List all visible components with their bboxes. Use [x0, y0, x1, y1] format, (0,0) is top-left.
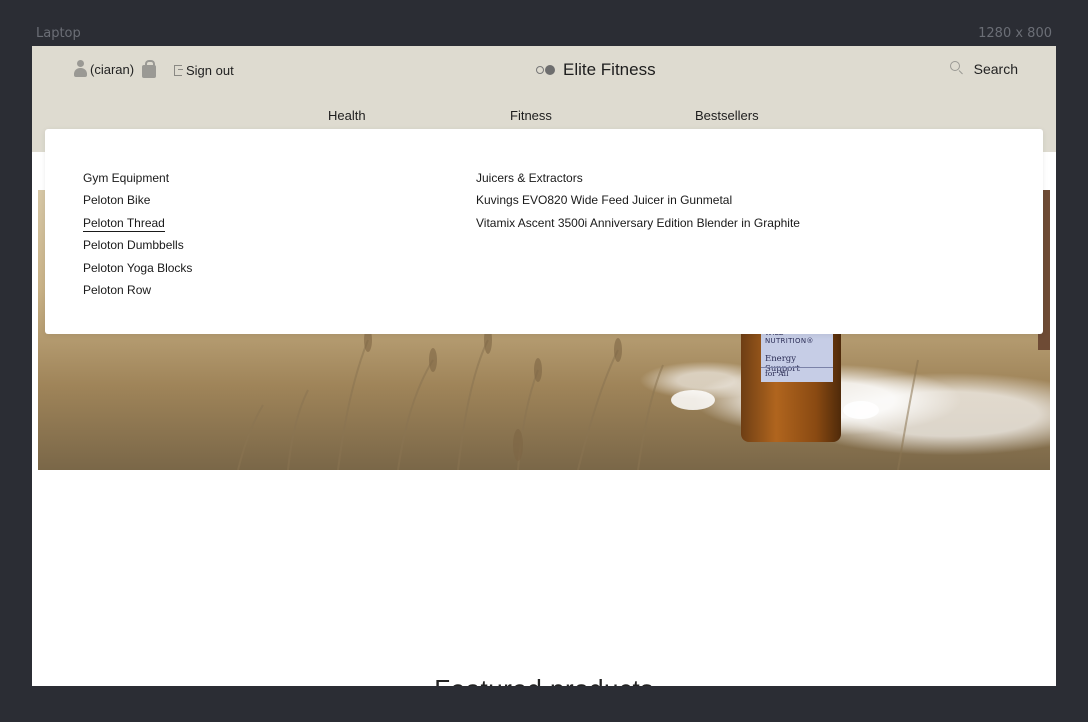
menu-column-gym: Gym Equipment Peloton Bike Peloton Threa… [83, 167, 192, 301]
search-label[interactable]: Search [974, 61, 1018, 77]
menu-item-label: Peloton Yoga Blocks [83, 260, 193, 275]
sign-out-link[interactable]: Sign out [174, 63, 234, 78]
brand-logo[interactable]: Elite Fitness [536, 60, 656, 80]
sign-out-label[interactable]: Sign out [186, 63, 234, 78]
menu-item-label: Vitamix Ascent 3500i Anniversary Edition… [476, 215, 800, 230]
username-label[interactable]: (ciaran) [90, 62, 134, 77]
menu-item-peloton-yoga-blocks[interactable]: Peloton Yoga Blocks [83, 257, 192, 279]
device-name-label: Laptop [36, 26, 81, 41]
menu-item-vitamix-blender[interactable]: Vitamix Ascent 3500i Anniversary Edition… [476, 212, 800, 234]
menu-item-label: Peloton Dumbbells [83, 238, 184, 253]
menu-item-peloton-dumbbells[interactable]: Peloton Dumbbells [83, 234, 192, 256]
user-icon [74, 60, 87, 78]
shopping-bag-icon[interactable] [142, 59, 157, 78]
search-icon [949, 61, 960, 71]
menu-item-kuvings-juicer[interactable]: Kuvings EVO820 Wide Feed Juicer in Gunme… [476, 189, 800, 211]
nav-item-bestsellers[interactable]: Bestsellers [695, 108, 759, 123]
mega-menu-dropdown: Gym Equipment Peloton Bike Peloton Threa… [45, 129, 1043, 334]
menu-item-peloton-thread[interactable]: Peloton Thread [83, 212, 192, 234]
menu-item-peloton-row[interactable]: Peloton Row [83, 279, 192, 301]
nav-item-fitness[interactable]: Fitness [510, 108, 552, 123]
menu-item-peloton-bike[interactable]: Peloton Bike [83, 189, 192, 211]
nav-item-health[interactable]: Health [328, 108, 366, 123]
sign-out-icon [174, 65, 183, 76]
bottle-label: WILD NUTRITION® Energy Support for All [761, 326, 833, 382]
bottle-product-sub: for All [765, 369, 789, 378]
account-area[interactable]: (ciaran) [74, 59, 157, 78]
logo-dots-icon [536, 65, 555, 75]
page-viewport: (ciaran) Sign out Elite Fitness Search H… [32, 46, 1056, 686]
menu-column-juicers: Juicers & Extractors Kuvings EVO820 Wide… [476, 167, 800, 234]
menu-item-label: Kuvings EVO820 Wide Feed Juicer in Gunme… [476, 193, 733, 208]
device-resolution-label: 1280 x 800 [978, 26, 1052, 41]
menu-item-label: Gym Equipment [83, 171, 170, 185]
menu-item-gym-equipment[interactable]: Gym Equipment [83, 167, 192, 189]
menu-item-label: Peloton Thread [83, 215, 165, 232]
featured-products-heading: Featured products [32, 674, 1056, 686]
brand-name[interactable]: Elite Fitness [563, 60, 656, 80]
menu-item-label: Peloton Bike [83, 193, 151, 208]
menu-item-label: Peloton Row [83, 282, 152, 297]
search-button[interactable]: Search [949, 61, 1018, 77]
menu-item-juicers-extractors[interactable]: Juicers & Extractors [476, 167, 800, 189]
menu-item-label: Juicers & Extractors [476, 171, 583, 185]
